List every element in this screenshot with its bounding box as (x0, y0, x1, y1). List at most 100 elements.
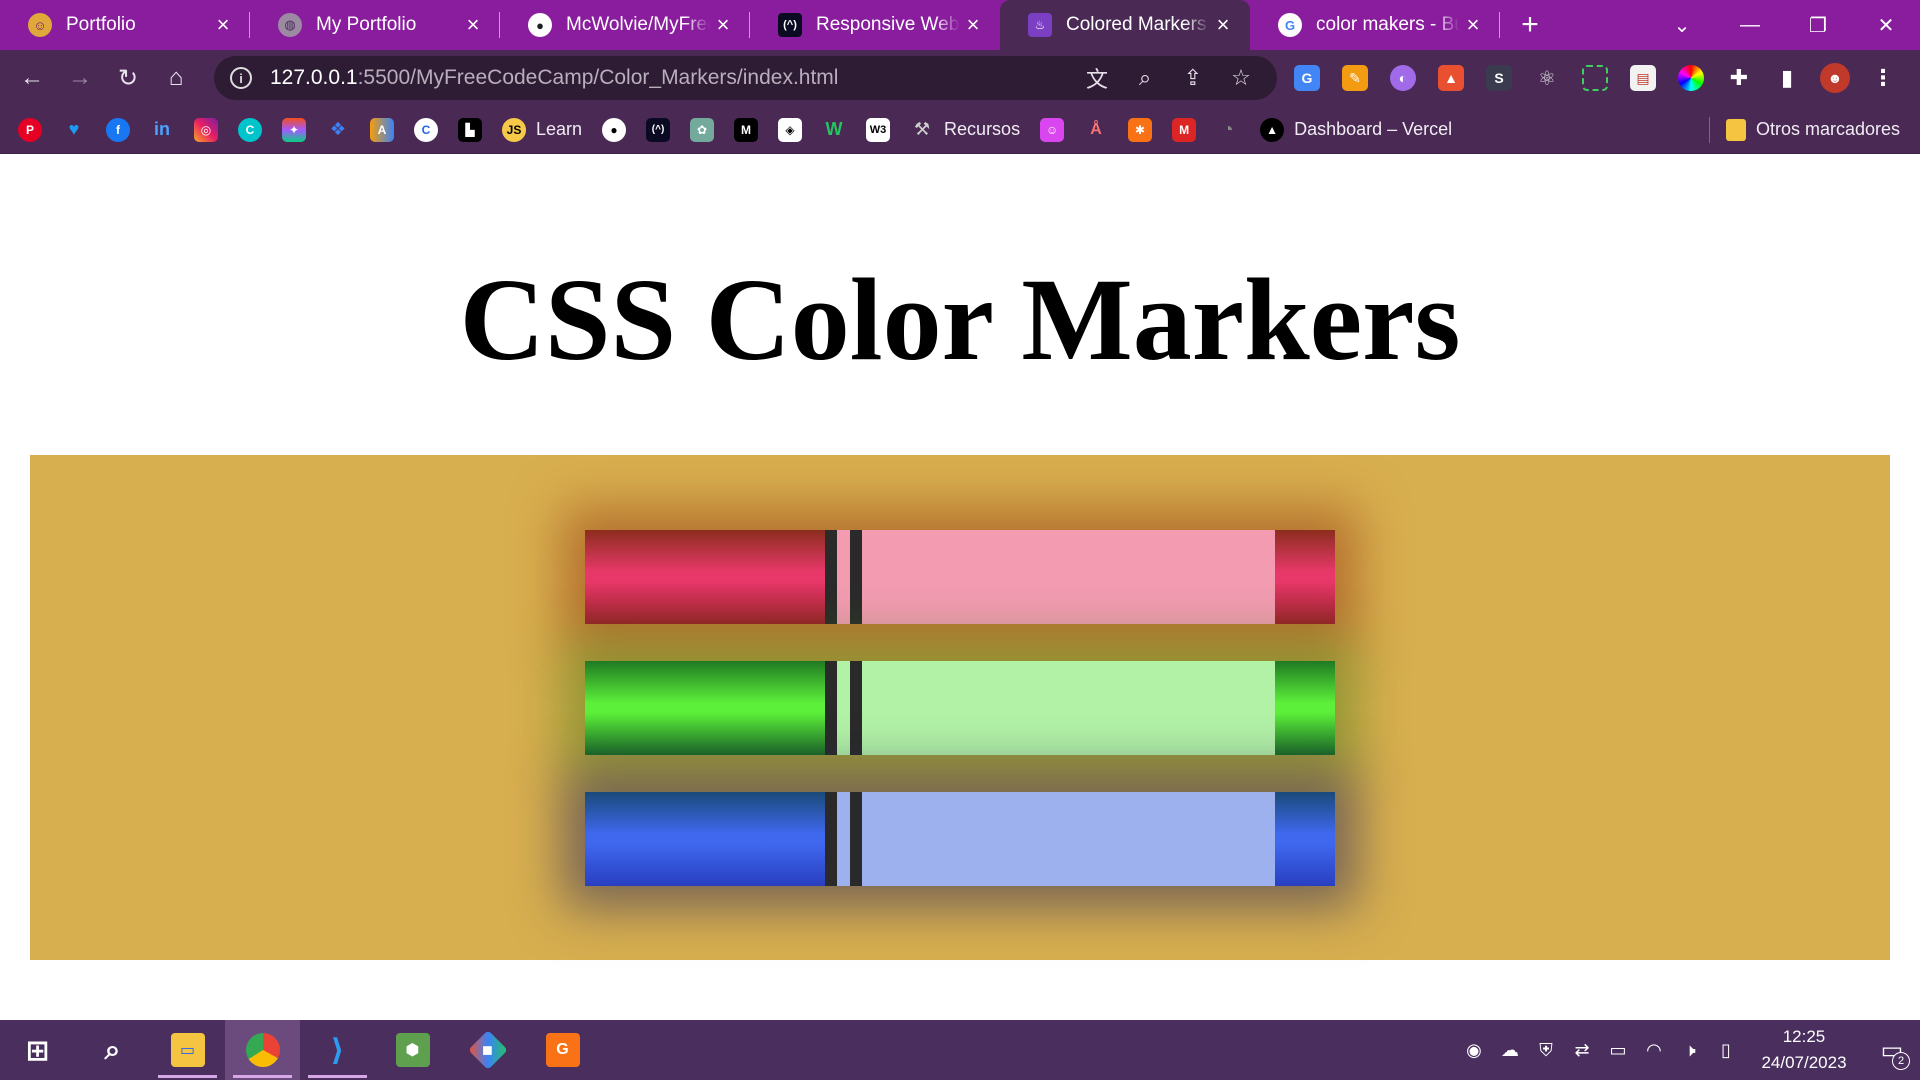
s-extension-icon[interactable]: S (1475, 54, 1523, 102)
translate-icon[interactable]: 文 (1073, 62, 1121, 94)
site-info-icon[interactable]: i (230, 67, 252, 89)
bookmark-w3schools[interactable]: W3 (866, 117, 891, 142)
bookmark-freecodecamp[interactable]: (^) (646, 117, 671, 142)
bookmark-star-icon[interactable]: ☆ (1217, 65, 1265, 91)
chrome-tray-icon[interactable]: ◉ (1456, 1040, 1492, 1061)
tab-colored-markers[interactable]: ♨ Colored Markers × (1000, 0, 1250, 50)
marker-sleeve (825, 661, 1275, 755)
profile-avatar[interactable]: ☻ (1811, 54, 1859, 102)
bookmark-learn[interactable]: JS Learn (502, 117, 582, 142)
bookmark-w-app[interactable]: W (822, 118, 846, 142)
bookmark-figma[interactable]: ✦ (282, 117, 306, 142)
taskbar-chrome[interactable] (225, 1020, 300, 1080)
tab-responsive-web-design[interactable]: (^) Responsive Web Design × (750, 0, 1000, 50)
marker-tip (1275, 792, 1335, 886)
close-icon[interactable]: × (1460, 14, 1486, 36)
bookmark-facebook[interactable]: f (106, 117, 130, 142)
extensions-puzzle-icon[interactable]: ✚ (1715, 54, 1763, 102)
nodejs-icon: ⬢ (395, 1033, 430, 1067)
zoom-icon[interactable]: ⌕ (1121, 65, 1169, 91)
bookmark-a-app[interactable]: Å (1084, 118, 1108, 142)
twitter-icon: ♥ (68, 119, 80, 139)
purple-extension-icon[interactable]: ◐ (1379, 54, 1427, 102)
notification-center-button[interactable]: ▭ 2 (1864, 1020, 1920, 1080)
bookmark-linkedin[interactable]: in (150, 118, 174, 142)
bookmark-other-folder[interactable]: Otros marcadores (1725, 118, 1900, 141)
close-icon[interactable]: × (1210, 14, 1236, 36)
color-picker-extension-icon[interactable]: ✎ (1331, 54, 1379, 102)
folder-icon: ▭ (170, 1033, 205, 1067)
tab-github[interactable]: ● McWolvie/MyFreeCodeCamp × (500, 0, 750, 50)
notes-extension-icon[interactable]: ▤ (1619, 54, 1667, 102)
url-text[interactable]: 127.0.0.1:5500/MyFreeCodeCamp/Color_Mark… (270, 66, 1073, 90)
security-shield-icon[interactable]: ⛨ (1528, 1040, 1564, 1061)
tools-icon: ⚒ (913, 119, 931, 139)
tab-google-search[interactable]: G color makers - Búsqueda de Google × (1250, 0, 1500, 50)
bookmark-gray-app[interactable]: ◔ (1216, 118, 1240, 142)
search-icon: ⌕ (104, 1033, 121, 1065)
remote-desktop-icon[interactable]: ⇄ (1564, 1040, 1600, 1061)
bookmark-twitter[interactable]: ♥ (62, 118, 86, 142)
screenshot-extension-icon[interactable] (1571, 54, 1619, 102)
address-bar[interactable]: i 127.0.0.1:5500/MyFreeCodeCamp/Color_Ma… (214, 56, 1277, 100)
minimize-button[interactable]: — (1716, 0, 1784, 50)
red-a-icon: Å (1090, 120, 1102, 138)
bookmark-codepen[interactable]: ◈ (778, 117, 803, 142)
close-icon[interactable]: × (960, 14, 986, 36)
color-wheel-extension-icon[interactable] (1667, 54, 1715, 102)
bookmark-orange-app[interactable]: ✱ (1128, 117, 1153, 142)
bookmark-mega[interactable]: M (1172, 117, 1197, 142)
taskbar-file-explorer[interactable]: ▭ (150, 1020, 225, 1080)
close-icon[interactable]: × (210, 14, 236, 36)
share-icon[interactable]: ⇪ (1169, 65, 1217, 91)
marker-band (850, 530, 862, 624)
tab-portfolio[interactable]: ☺ Portfolio × (0, 0, 250, 50)
browser-menu-icon[interactable]: ⋮ (1859, 54, 1907, 102)
side-panel-icon[interactable]: ▮ (1763, 54, 1811, 102)
bookmark-c-app[interactable]: C (414, 117, 438, 142)
portfolio-logo-icon: ☺ (28, 13, 52, 37)
reload-button[interactable]: ↻ (104, 54, 152, 102)
bookmark-blue-app[interactable]: ❖ (326, 118, 350, 142)
system-clock[interactable]: 12:25 24/07/2023 (1744, 1024, 1864, 1076)
taskbar-git[interactable]: ◆ (450, 1020, 525, 1080)
tab-my-portfolio[interactable]: ◍ My Portfolio × (250, 0, 500, 50)
bookmark-chatgpt[interactable]: ✿ (690, 117, 715, 142)
react-devtools-icon[interactable]: ⚛ (1523, 54, 1571, 102)
rocket-extension-icon[interactable]: ▲ (1427, 54, 1475, 102)
bookmark-colorful-app[interactable]: A (370, 117, 394, 142)
bookmark-avatar-app[interactable]: ☺ (1040, 117, 1065, 142)
bookmark-canva[interactable]: C (238, 117, 262, 142)
taskbar-pdf-app[interactable]: G (525, 1020, 600, 1080)
character-icon: ☺ (1040, 117, 1065, 142)
wifi-icon[interactable]: ◠ (1636, 1040, 1672, 1061)
taskbar-nodejs[interactable]: ⬢ (375, 1020, 450, 1080)
forward-button[interactable]: → (56, 54, 104, 102)
tab-title: Portfolio (66, 14, 136, 35)
bookmark-instagram[interactable]: ◎ (194, 117, 218, 142)
search-button[interactable]: ⌕ (75, 1020, 150, 1080)
home-button[interactable]: ⌂ (152, 54, 200, 102)
volume-muted-icon[interactable]: 🕨 (1672, 1040, 1708, 1061)
bookmark-vercel[interactable]: ▲ Dashboard – Vercel (1260, 117, 1452, 142)
cloud-icon[interactable]: ☁ (1492, 1040, 1528, 1061)
close-window-button[interactable]: ✕ (1852, 0, 1920, 50)
restore-button[interactable]: ❐ (1784, 0, 1852, 50)
bookmark-pinterest[interactable]: P (18, 117, 42, 142)
bookmark-github[interactable]: ● (602, 117, 627, 142)
tab-search-chevron-icon[interactable]: ⌄ (1648, 0, 1716, 50)
start-button[interactable]: ⊞ (0, 1020, 75, 1080)
back-button[interactable]: ← (8, 54, 56, 102)
bookmark-m-app[interactable]: M (734, 117, 759, 142)
battery-icon[interactable]: ▭ (1600, 1040, 1636, 1061)
marker-sleeve (825, 792, 1275, 886)
facebook-icon: f (106, 117, 130, 142)
taskbar-vscode[interactable]: ⟩ (300, 1020, 375, 1080)
google-translate-extension-icon[interactable]: G (1283, 54, 1331, 102)
tablet-mode-icon[interactable]: ▯ (1708, 1040, 1744, 1061)
close-icon[interactable]: × (460, 14, 486, 36)
close-icon[interactable]: × (710, 14, 736, 36)
new-tab-button[interactable]: + (1500, 0, 1560, 50)
bookmark-recursos[interactable]: ⚒ Recursos (910, 118, 1020, 142)
bookmark-unsplash[interactable]: ▙ (458, 117, 482, 142)
